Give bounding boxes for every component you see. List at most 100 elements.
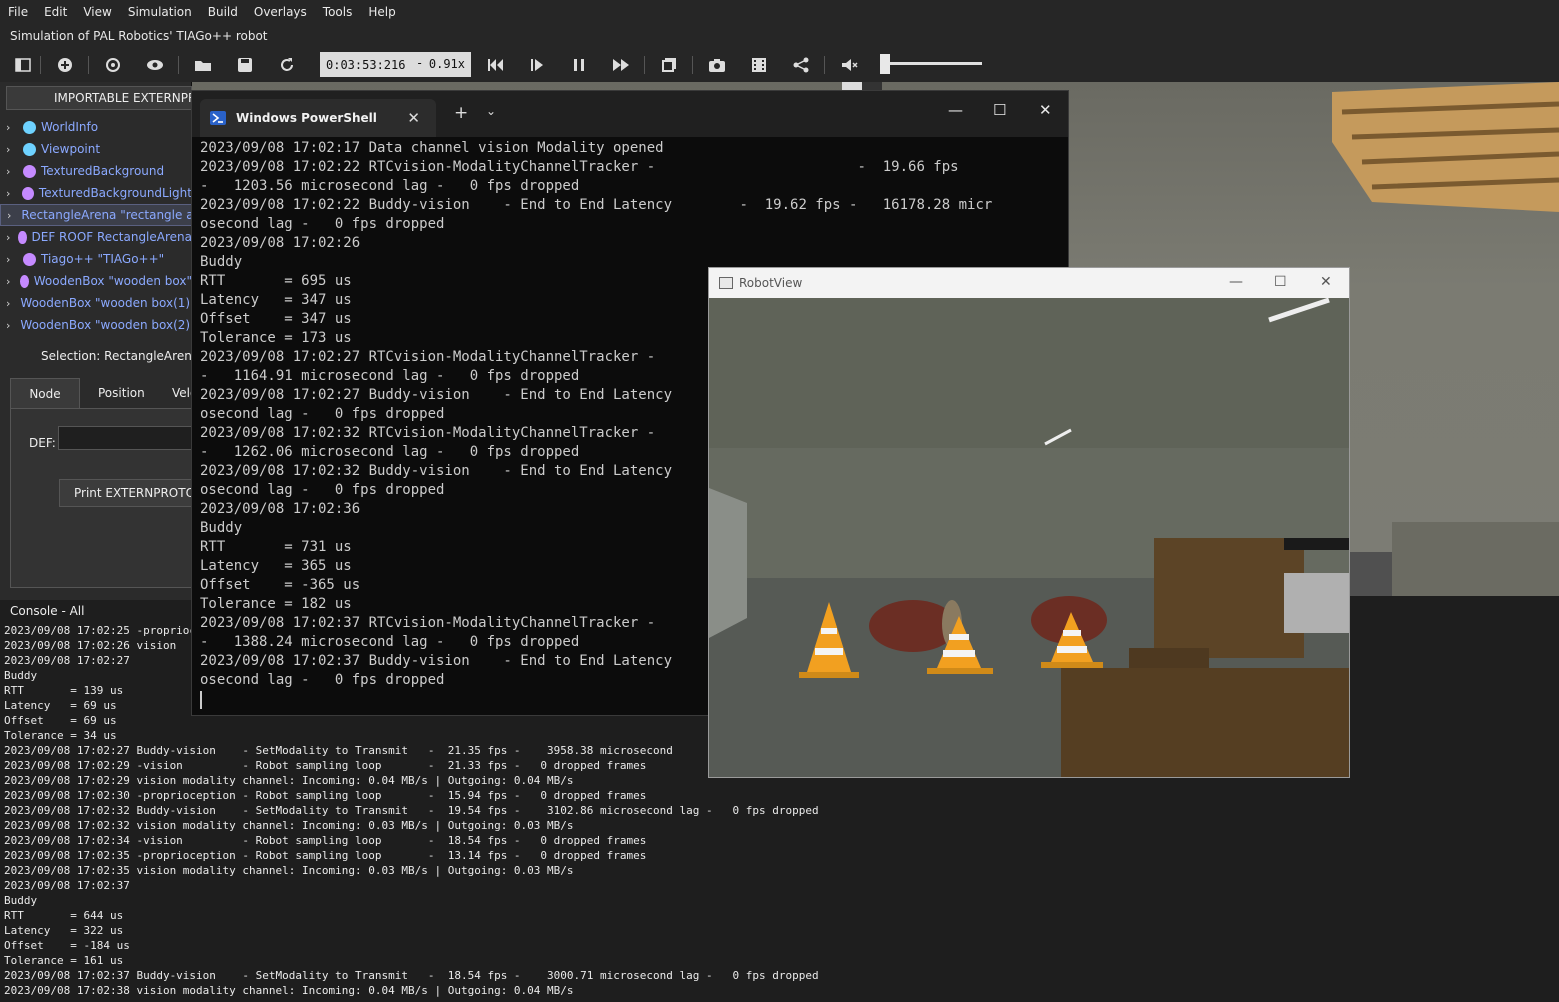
powershell-line: - 1203.56 microsecond lag - 0 fps droppe… bbox=[200, 178, 580, 194]
console-line: Buddy bbox=[4, 894, 38, 907]
step-icon[interactable] bbox=[524, 52, 550, 78]
maximize-icon[interactable]: ☐ bbox=[1274, 274, 1287, 290]
proto-icon bbox=[23, 252, 36, 266]
movie-icon[interactable] bbox=[746, 52, 772, 78]
chevron-right-icon[interactable]: › bbox=[6, 121, 18, 134]
tree-item-label: DEF ROOF RectangleArena bbox=[31, 230, 192, 244]
chevron-right-icon[interactable]: › bbox=[6, 187, 17, 200]
tree-item-label: WorldInfo bbox=[41, 120, 99, 134]
chevron-right-icon[interactable]: › bbox=[6, 231, 13, 244]
close-tab-icon[interactable]: ✕ bbox=[407, 109, 420, 127]
close-icon[interactable]: ✕ bbox=[1039, 101, 1052, 119]
tree-item-label: Tiago++ "TIAGo++" bbox=[41, 252, 165, 266]
tree-item-woodenbox[interactable]: › WoodenBox "wooden box" bbox=[0, 270, 192, 292]
powershell-line: 2023/09/08 17:02:22 RTCvision-ModalityCh… bbox=[200, 159, 959, 175]
tree-item-label: RectangleArena "rectangle arena" bbox=[21, 208, 191, 222]
chevron-right-icon[interactable]: › bbox=[6, 275, 15, 288]
tree-item-roof[interactable]: › DEF ROOF RectangleArena bbox=[0, 226, 192, 248]
console-title: Console - All bbox=[10, 604, 85, 618]
volume-thumb[interactable] bbox=[880, 54, 890, 74]
open-folder-icon[interactable] bbox=[190, 52, 216, 78]
share-icon[interactable] bbox=[788, 52, 814, 78]
tree-item-texturedbackgroundlight[interactable]: › TexturedBackgroundLight bbox=[0, 182, 192, 204]
menu-bar: File Edit View Simulation Build Overlays… bbox=[0, 0, 1559, 24]
menu-file[interactable]: File bbox=[0, 5, 36, 19]
chevron-down-icon[interactable]: ⌄ bbox=[486, 104, 496, 118]
def-label: DEF: bbox=[29, 436, 56, 450]
menu-build[interactable]: Build bbox=[200, 5, 246, 19]
fast-forward-icon[interactable] bbox=[608, 52, 634, 78]
def-input[interactable] bbox=[58, 426, 193, 450]
console-line: 2023/09/08 17:02:37 Buddy-vision - SetMo… bbox=[4, 969, 819, 982]
tree-item-label: TexturedBackground bbox=[41, 164, 165, 178]
chevron-right-icon[interactable]: › bbox=[6, 165, 18, 178]
proto-icon bbox=[23, 164, 36, 178]
screenshot-icon[interactable] bbox=[704, 52, 730, 78]
console-line: 2023/09/08 17:02:35 vision modality chan… bbox=[4, 864, 574, 877]
tree-item-texturedbackground[interactable]: › TexturedBackground bbox=[0, 160, 192, 182]
console-line: Latency = 322 us bbox=[4, 924, 124, 937]
robot-camera-view bbox=[709, 298, 1349, 777]
tab-position[interactable]: Position bbox=[88, 378, 155, 408]
reset-view-icon[interactable] bbox=[100, 52, 126, 78]
console-line: RTT = 644 us bbox=[4, 909, 124, 922]
menu-help[interactable]: Help bbox=[360, 5, 403, 19]
minimize-icon[interactable]: — bbox=[1229, 274, 1243, 290]
menu-view[interactable]: View bbox=[75, 5, 119, 19]
tree-item-label: WoodenBox "wooden box(1)" bbox=[20, 296, 192, 310]
console-line: 2023/09/08 17:02:30 -proprioception - Ro… bbox=[4, 789, 647, 802]
minimize-icon[interactable]: — bbox=[948, 101, 963, 119]
powershell-tab-label: Windows PowerShell bbox=[236, 111, 377, 125]
menu-simulation[interactable]: Simulation bbox=[120, 5, 200, 19]
powershell-titlebar: Windows PowerShell ✕ + ⌄ — ☐ ✕ bbox=[192, 91, 1068, 137]
app-title: Simulation of PAL Robotics' TIAGo++ robo… bbox=[0, 24, 1559, 48]
toolbar: 0:03:53:216 - 0.91x bbox=[0, 48, 1559, 82]
console-line: 2023/09/08 17:02:34 -vision - Robot samp… bbox=[4, 834, 647, 847]
volume-slider[interactable] bbox=[880, 54, 984, 74]
pause-icon[interactable] bbox=[566, 52, 592, 78]
node-icon bbox=[23, 142, 36, 156]
menu-tools[interactable]: Tools bbox=[315, 5, 361, 19]
tree-item-woodenbox-1[interactable]: › WoodenBox "wooden box(1)" bbox=[0, 292, 192, 314]
importable-externproto-button[interactable]: IMPORTABLE EXTERNPROTO bbox=[6, 86, 192, 110]
chevron-right-icon[interactable]: › bbox=[6, 253, 18, 266]
console-line: 2023/09/08 17:02:32 Buddy-vision - SetMo… bbox=[4, 804, 819, 817]
chevron-right-icon[interactable]: › bbox=[6, 297, 10, 310]
rendering-icon[interactable] bbox=[656, 52, 682, 78]
powershell-tab[interactable]: Windows PowerShell ✕ bbox=[200, 99, 436, 137]
tree-item-worldinfo[interactable]: › WorldInfo bbox=[0, 116, 192, 138]
tab-node[interactable]: Node bbox=[10, 378, 80, 408]
scene-tree-panel: IMPORTABLE EXTERNPROTO › WorldInfo › Viewp… bbox=[0, 82, 192, 344]
field-editor-panel: Selection: RectangleArena (Solid) Node P… bbox=[0, 344, 242, 600]
menu-overlays[interactable]: Overlays bbox=[246, 5, 315, 19]
console-line: 2023/09/08 17:02:35 -proprioception - Ro… bbox=[4, 849, 647, 862]
chevron-right-icon[interactable]: › bbox=[7, 209, 11, 222]
proto-icon bbox=[22, 186, 34, 200]
eye-icon[interactable] bbox=[142, 52, 168, 78]
add-node-icon[interactable] bbox=[52, 52, 78, 78]
tree-item-tiago[interactable]: › Tiago++ "TIAGo++" bbox=[0, 248, 192, 270]
save-icon[interactable] bbox=[232, 52, 258, 78]
reload-icon[interactable] bbox=[274, 52, 300, 78]
menu-edit[interactable]: Edit bbox=[36, 5, 75, 19]
tree-item-rectanglearena[interactable]: › RectangleArena "rectangle arena" bbox=[0, 204, 192, 226]
chevron-right-icon[interactable]: › bbox=[6, 319, 10, 332]
powershell-line: 2023/09/08 17:02:17 Data channel vision … bbox=[200, 140, 664, 156]
tree-item-woodenbox-2[interactable]: › WoodenBox "wooden box(2)" bbox=[0, 314, 192, 336]
simulation-time-display: 0:03:53:216 - 0.91x bbox=[320, 52, 471, 77]
robotview-window: RobotView — ☐ ✕ bbox=[708, 267, 1350, 778]
print-externproto-button[interactable]: Print EXTERNPROTO bbox=[59, 479, 193, 507]
panel-toggle-icon[interactable] bbox=[10, 52, 36, 78]
tree-item-label: Viewpoint bbox=[41, 142, 101, 156]
close-icon[interactable]: ✕ bbox=[1320, 274, 1332, 290]
new-tab-icon[interactable]: + bbox=[454, 103, 468, 123]
maximize-icon[interactable]: ☐ bbox=[993, 101, 1006, 119]
chevron-right-icon[interactable]: › bbox=[6, 143, 18, 156]
powershell-line: 2023/09/08 17:02:26 bbox=[200, 235, 361, 251]
tree-item-viewpoint[interactable]: › Viewpoint bbox=[0, 138, 192, 160]
field-editor-tabs: Node Position Velocity bbox=[10, 378, 219, 408]
simulation-speed: 0.91x bbox=[428, 57, 465, 71]
console-line: Offset = -184 us bbox=[4, 939, 130, 952]
step-back-icon[interactable] bbox=[482, 52, 508, 78]
mute-icon[interactable] bbox=[836, 52, 862, 78]
